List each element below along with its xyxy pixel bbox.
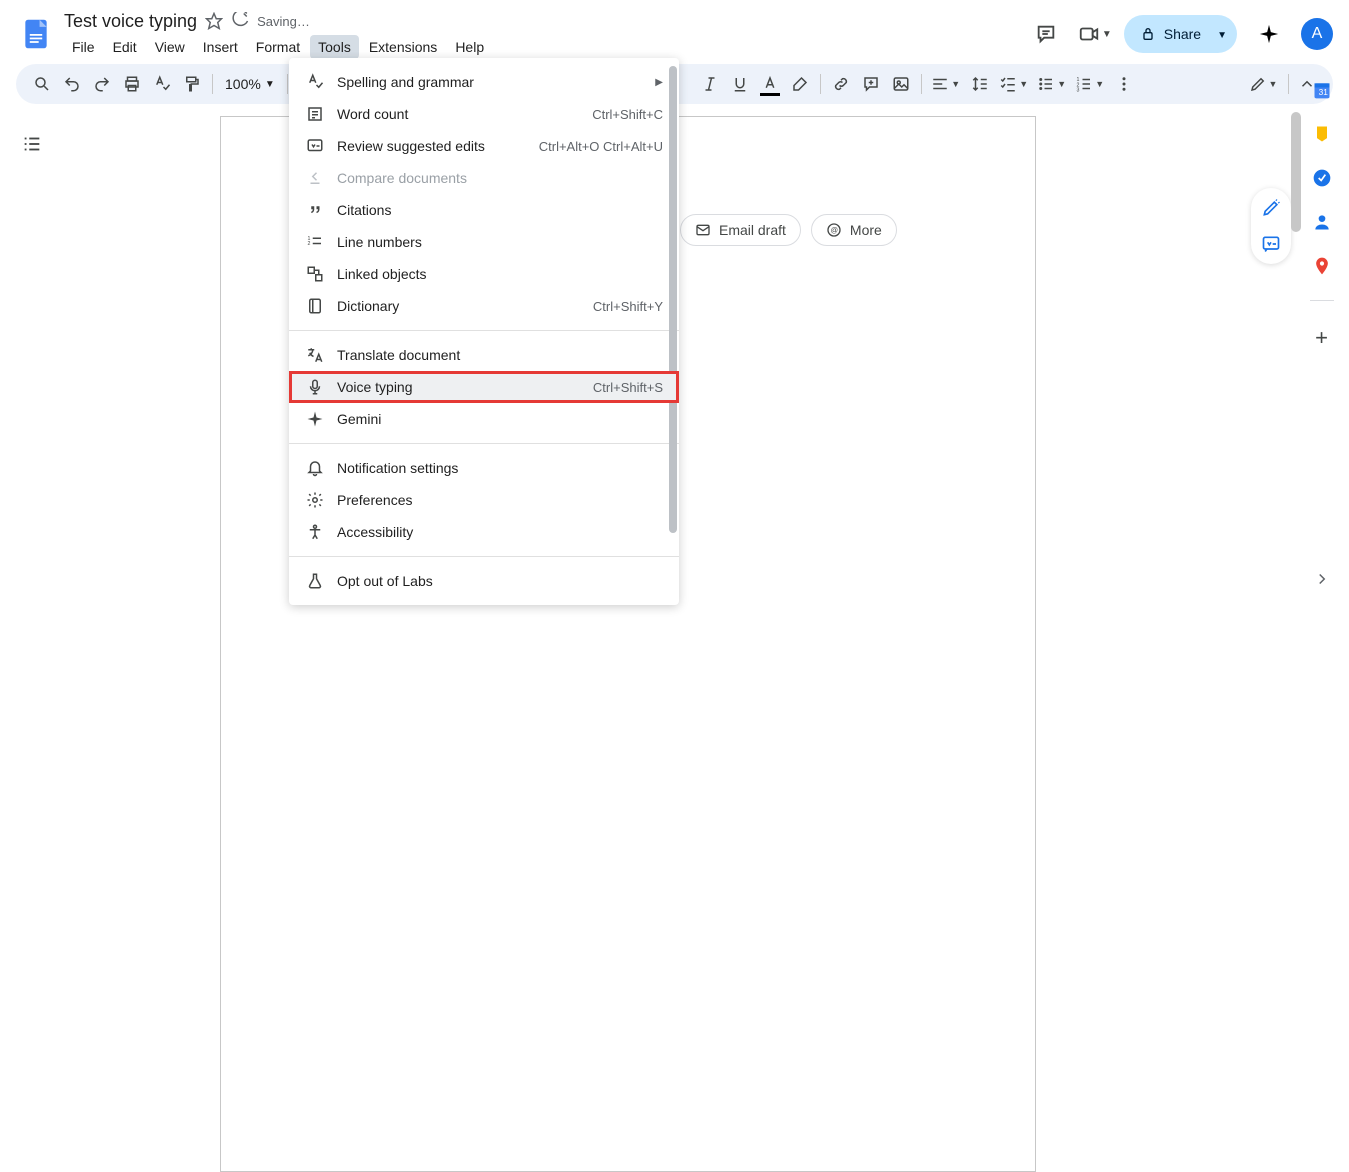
menubar: File Edit View Insert Format Tools Exten… bbox=[64, 35, 1026, 59]
dd-spelling-grammar[interactable]: Spelling and grammar ▶ bbox=[289, 66, 679, 98]
share-dropdown[interactable]: ▼ bbox=[1207, 15, 1237, 53]
svg-text:2: 2 bbox=[308, 241, 311, 247]
undo-icon[interactable] bbox=[58, 70, 86, 98]
divider bbox=[289, 330, 679, 331]
bell-icon bbox=[305, 459, 325, 477]
saving-icon bbox=[231, 12, 249, 30]
dd-dictionary[interactable]: Dictionary Ctrl+Shift+Y bbox=[289, 290, 679, 322]
highlight-icon[interactable] bbox=[786, 70, 814, 98]
ai-edit-icon[interactable] bbox=[1261, 198, 1281, 218]
numbered-list-icon[interactable]: 123▼ bbox=[1072, 70, 1108, 98]
side-panel: 31 + bbox=[1293, 68, 1349, 604]
dd-preferences[interactable]: Preferences bbox=[289, 484, 679, 516]
share-label: Share bbox=[1164, 26, 1201, 42]
checklist-icon[interactable]: ▼ bbox=[996, 70, 1032, 98]
smart-chips: Email draft @ More bbox=[680, 214, 897, 246]
paint-format-icon[interactable] bbox=[178, 70, 206, 98]
dictionary-icon bbox=[305, 297, 325, 315]
title-area: Test voice typing Saving… File Edit View… bbox=[64, 9, 1026, 59]
dd-linked-objects[interactable]: Linked objects bbox=[289, 258, 679, 290]
get-addons-icon[interactable]: + bbox=[1315, 325, 1328, 351]
dd-compare-documents: Compare documents bbox=[289, 162, 679, 194]
menu-tools[interactable]: Tools bbox=[310, 35, 359, 59]
calendar-icon[interactable]: 31 bbox=[1312, 80, 1332, 100]
spellcheck-icon[interactable] bbox=[148, 70, 176, 98]
header-actions: ▼ Share ▼ A bbox=[1026, 14, 1333, 54]
header: Test voice typing Saving… File Edit View… bbox=[0, 0, 1349, 60]
menu-insert[interactable]: Insert bbox=[195, 35, 246, 59]
dd-line-numbers[interactable]: 12 Line numbers bbox=[289, 226, 679, 258]
suggestions-icon[interactable] bbox=[1261, 234, 1281, 254]
add-comment-icon[interactable] bbox=[857, 70, 885, 98]
gemini-icon bbox=[305, 410, 325, 428]
accessibility-icon bbox=[305, 523, 325, 541]
italic-icon[interactable] bbox=[696, 70, 724, 98]
compare-icon bbox=[305, 169, 325, 187]
dd-citations[interactable]: Citations bbox=[289, 194, 679, 226]
linked-objects-icon bbox=[305, 265, 325, 283]
dd-voice-typing[interactable]: Voice typing Ctrl+Shift+S bbox=[289, 371, 679, 403]
divider bbox=[289, 443, 679, 444]
spellcheck-icon bbox=[305, 73, 325, 91]
citations-icon bbox=[305, 201, 325, 219]
contacts-icon[interactable] bbox=[1312, 212, 1332, 232]
menu-format[interactable]: Format bbox=[248, 35, 308, 59]
labs-icon bbox=[305, 572, 325, 590]
more-icon[interactable] bbox=[1110, 70, 1138, 98]
translate-icon bbox=[305, 346, 325, 364]
submenu-arrow-icon: ▶ bbox=[655, 77, 663, 88]
microphone-icon bbox=[305, 378, 325, 396]
line-numbers-icon: 12 bbox=[305, 233, 325, 251]
dd-review-suggested[interactable]: Review suggested edits Ctrl+Alt+O Ctrl+A… bbox=[289, 130, 679, 162]
search-icon[interactable] bbox=[28, 70, 56, 98]
menu-view[interactable]: View bbox=[147, 35, 193, 59]
divider bbox=[289, 556, 679, 557]
redo-icon[interactable] bbox=[88, 70, 116, 98]
meet-button[interactable]: ▼ bbox=[1078, 14, 1112, 54]
dd-opt-out-labs[interactable]: Opt out of Labs bbox=[289, 565, 679, 597]
docs-logo[interactable] bbox=[16, 14, 56, 54]
tools-dropdown: Spelling and grammar ▶ Word count Ctrl+S… bbox=[289, 58, 679, 605]
chip-more[interactable]: @ More bbox=[811, 214, 897, 246]
underline-icon[interactable] bbox=[726, 70, 754, 98]
svg-text:31: 31 bbox=[1318, 87, 1328, 97]
star-icon[interactable] bbox=[205, 12, 223, 30]
floating-side-toolbar bbox=[1251, 188, 1291, 264]
align-icon[interactable]: ▼ bbox=[928, 70, 964, 98]
comments-button[interactable] bbox=[1026, 14, 1066, 54]
print-icon[interactable] bbox=[118, 70, 146, 98]
line-spacing-icon[interactable] bbox=[966, 70, 994, 98]
chip-email-draft[interactable]: Email draft bbox=[680, 214, 801, 246]
gemini-button[interactable] bbox=[1249, 14, 1289, 54]
menu-extensions[interactable]: Extensions bbox=[361, 35, 445, 59]
bullet-list-icon[interactable]: ▼ bbox=[1034, 70, 1070, 98]
menu-file[interactable]: File bbox=[64, 35, 103, 59]
account-avatar[interactable]: A bbox=[1301, 18, 1333, 50]
hide-panel-icon[interactable] bbox=[1313, 570, 1331, 588]
maps-icon[interactable] bbox=[1312, 256, 1332, 276]
saving-status: Saving… bbox=[257, 14, 310, 29]
review-icon bbox=[305, 137, 325, 155]
svg-text:@: @ bbox=[831, 226, 838, 235]
preferences-icon bbox=[305, 491, 325, 509]
dd-notifications[interactable]: Notification settings bbox=[289, 452, 679, 484]
text-color-icon[interactable] bbox=[756, 70, 784, 98]
share-button[interactable]: Share bbox=[1124, 15, 1217, 53]
link-icon[interactable] bbox=[827, 70, 855, 98]
tasks-icon[interactable] bbox=[1312, 168, 1332, 188]
zoom-selector[interactable]: 100%▼ bbox=[219, 76, 281, 92]
dd-translate[interactable]: Translate document bbox=[289, 339, 679, 371]
image-icon[interactable] bbox=[887, 70, 915, 98]
word-count-icon bbox=[305, 105, 325, 123]
dd-accessibility[interactable]: Accessibility bbox=[289, 516, 679, 548]
dd-word-count[interactable]: Word count Ctrl+Shift+C bbox=[289, 98, 679, 130]
menu-help[interactable]: Help bbox=[447, 35, 492, 59]
document-title[interactable]: Test voice typing bbox=[64, 11, 197, 32]
keep-icon[interactable] bbox=[1312, 124, 1332, 144]
editing-mode-icon[interactable]: ▼ bbox=[1242, 70, 1284, 98]
outline-toggle[interactable] bbox=[16, 128, 48, 160]
dd-gemini[interactable]: Gemini bbox=[289, 403, 679, 435]
menu-edit[interactable]: Edit bbox=[105, 35, 145, 59]
svg-text:3: 3 bbox=[1077, 88, 1080, 94]
